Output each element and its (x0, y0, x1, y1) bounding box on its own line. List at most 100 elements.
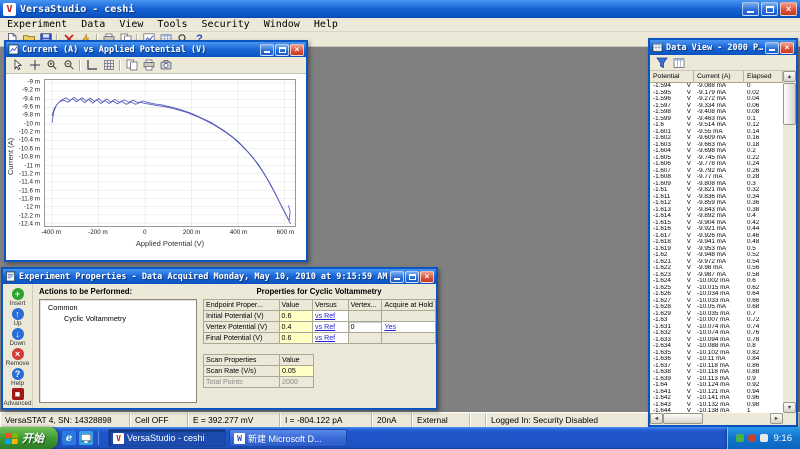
filter-icon[interactable] (653, 56, 670, 70)
menu-item-data[interactable]: Data (74, 18, 112, 32)
scroll-down-icon[interactable]: ▼ (783, 402, 796, 413)
properties-minimize-button[interactable] (390, 271, 404, 283)
tray-language-icon[interactable] (760, 434, 768, 442)
crosshair-icon[interactable] (26, 58, 43, 72)
properties-window-title: Experiment Properties - Data Acquired Mo… (19, 272, 389, 282)
y-axis-label: Current (A) (6, 86, 15, 226)
scroll-up-icon[interactable]: ▲ (783, 71, 796, 82)
acquire-at-hold-link (382, 333, 436, 344)
scan-properties-table: Scan PropertiesValue Scan Rate (V/s)0.05… (203, 354, 314, 388)
property-name: Scan Rate (V/s) (204, 366, 280, 377)
chart-window-titlebar[interactable]: Current (A) vs Applied Potential (V) × (6, 42, 306, 57)
x-tick-label: -200 m (88, 229, 108, 236)
taskbar: 开始 e V VersaStudio - ceshi W 新建 Microsof… (0, 427, 800, 449)
column-header: Value (280, 355, 314, 366)
maximize-button[interactable] (761, 2, 778, 16)
property-value-field[interactable]: 0.05 (280, 366, 314, 377)
actions-tree[interactable]: Common Cyclic Voltammetry (39, 299, 197, 403)
axes-icon[interactable] (83, 58, 100, 72)
zoom-out-icon[interactable] (60, 58, 77, 72)
chart-plot-area[interactable]: Current (A) -9 m-9.2 m-9.4 m-9.6 m-9.8 m… (6, 74, 306, 260)
taskbar-task-versastudio[interactable]: V VersaStudio - ceshi (108, 429, 226, 447)
property-value-field[interactable]: 0.6 (279, 333, 312, 344)
versus-link[interactable]: vs Ref (313, 333, 349, 344)
properties-titlebar[interactable]: Experiment Properties - Data Acquired Mo… (3, 269, 436, 284)
data-view-window: Data View - 2000 Points (All Se... × Pot… (648, 38, 798, 427)
columns-icon[interactable] (670, 56, 687, 70)
data-view-title: Data View - 2000 Points (All Se... (666, 43, 764, 53)
column-header[interactable]: Potential (650, 71, 694, 83)
menu-item-help[interactable]: Help (307, 18, 345, 32)
acquire-at-hold-link (382, 311, 436, 322)
chart-window: Current (A) vs Applied Potential (V) × (4, 40, 308, 262)
property-value-field: 2000 (280, 377, 314, 388)
status-login: Logged In: Security Disabled (486, 413, 656, 427)
y-tick-label: -10 m (24, 120, 40, 127)
chart-maximize-button[interactable] (275, 44, 289, 56)
actions-header: Actions to be Performed: (39, 287, 132, 296)
vertex-field (348, 311, 382, 322)
chart-minimize-button[interactable] (260, 44, 274, 56)
internet-explorer-icon[interactable]: e (62, 431, 76, 445)
sidebar-button-insert[interactable]: +Insert (3, 288, 33, 307)
y-tick-label: -9 m (27, 78, 40, 85)
menu-item-security[interactable]: Security (195, 18, 257, 32)
properties-close-button[interactable]: × (420, 271, 434, 283)
data-table-header: PotentialCurrent (A)Elapsed T... (650, 71, 783, 83)
scroll-right-icon[interactable]: ► (770, 413, 783, 424)
status-device: VersaSTAT 4, SN: 14328898 (0, 413, 130, 427)
close-button[interactable]: × (780, 2, 797, 16)
vertex-field[interactable]: 0 (348, 322, 382, 333)
menu-bar: ExperimentDataViewToolsSecurityWindowHel… (0, 18, 800, 32)
start-button[interactable]: 开始 (0, 427, 58, 449)
app-titlebar[interactable]: V VersaStudio - ceshi × (0, 0, 800, 18)
y-tick-label: -9.6 m (22, 104, 40, 111)
properties-maximize-button[interactable] (405, 271, 419, 283)
print-chart-icon[interactable] (140, 58, 157, 72)
pointer-icon[interactable] (9, 58, 26, 72)
column-header[interactable]: Elapsed T... (744, 71, 783, 83)
zoom-in-icon[interactable] (43, 58, 60, 72)
column-header: Acquire at Hold (382, 300, 436, 311)
status-mode: External (412, 413, 470, 427)
taskbar-task-document[interactable]: W 新建 Microsoft D... (229, 429, 347, 447)
sidebar-button-advanced[interactable]: ■Advanced (3, 388, 33, 407)
menu-item-view[interactable]: View (112, 18, 150, 32)
property-value-field[interactable]: 0.6 (279, 311, 312, 322)
menu-item-window[interactable]: Window (257, 18, 307, 32)
property-value-field[interactable]: 0.4 (279, 322, 312, 333)
data-view-titlebar[interactable]: Data View - 2000 Points (All Se... × (650, 40, 796, 55)
cv-curve-plot[interactable] (44, 79, 296, 227)
data-table[interactable]: -1.594V-9.088 mA0-1.595V-9.179 mA0.02-1.… (650, 83, 783, 413)
grid-icon[interactable] (100, 58, 117, 72)
column-header: Scan Properties (204, 355, 280, 366)
sidebar-button-up[interactable]: ↑Up (3, 308, 33, 327)
tree-item-cyclic-voltammetry[interactable]: Cyclic Voltammetry (40, 312, 196, 323)
tree-group-common[interactable]: Common (40, 300, 196, 312)
scroll-left-icon[interactable]: ◄ (650, 413, 663, 424)
copy-chart-icon[interactable] (123, 58, 140, 72)
horizontal-scrollbar[interactable]: ◄ ► (650, 413, 783, 425)
scrollbar-thumb[interactable] (663, 413, 703, 424)
versus-link[interactable]: vs Ref (313, 322, 349, 333)
data-view-minimize-button[interactable] (765, 42, 779, 54)
scrollbar-thumb[interactable] (783, 83, 796, 125)
chart-close-button[interactable]: × (290, 44, 304, 56)
show-desktop-icon[interactable] (79, 431, 93, 445)
menu-item-tools[interactable]: Tools (150, 18, 194, 32)
column-header[interactable]: Current (A) (694, 71, 744, 83)
vertical-scrollbar[interactable]: ▲ ▼ (783, 71, 796, 413)
menu-item-experiment[interactable]: Experiment (0, 18, 74, 32)
tray-green-icon[interactable] (736, 434, 744, 442)
sidebar-button-down[interactable]: ↓Down (3, 328, 33, 347)
camera-icon[interactable] (157, 58, 174, 72)
sidebar-button-help[interactable]: ?Help (3, 368, 33, 387)
tray-red-icon[interactable] (748, 434, 756, 442)
minimize-button[interactable] (742, 2, 759, 16)
versus-link[interactable]: vs Ref (313, 311, 349, 322)
app-icon: V (3, 3, 16, 16)
acquire-at-hold-link[interactable]: Yes (382, 322, 436, 333)
x-tick-label: 200 m (183, 229, 201, 236)
data-view-close-button[interactable]: × (780, 42, 794, 54)
sidebar-button-remove[interactable]: ×Remove (3, 348, 33, 367)
